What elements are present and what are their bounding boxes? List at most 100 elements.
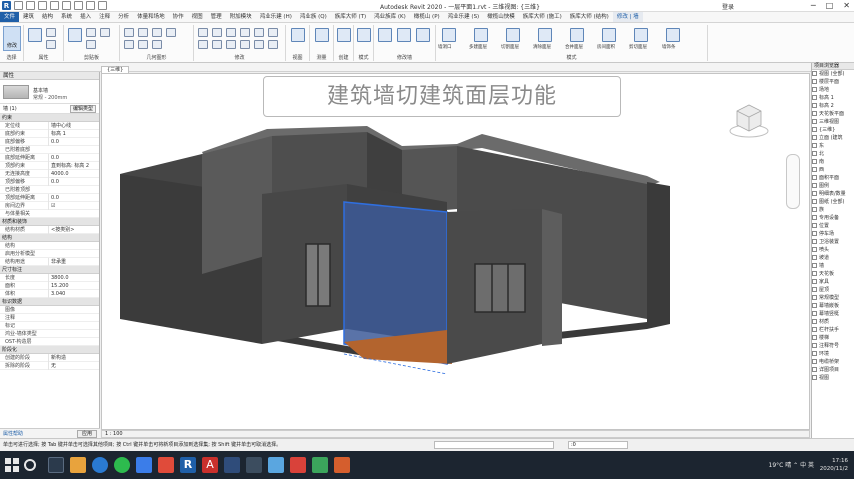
expand-toggle-icon[interactable]: [812, 335, 817, 340]
maximize-button[interactable]: □: [826, 1, 834, 10]
expand-toggle-icon[interactable]: [812, 135, 817, 140]
instance-filter[interactable]: 墙 (1) 编辑类型: [0, 104, 99, 114]
expand-toggle-icon[interactable]: [812, 287, 817, 292]
trim-icon[interactable]: [254, 28, 264, 37]
property-section[interactable]: 标识数据: [0, 298, 99, 306]
open-icon[interactable]: [14, 1, 23, 10]
family-type-icon[interactable]: [46, 40, 56, 49]
app-icon[interactable]: [312, 457, 328, 473]
expand-toggle-icon[interactable]: [812, 215, 817, 220]
property-row[interactable]: 拆除的阶段 无: [0, 362, 99, 370]
weather-widget[interactable]: 19°C 晴: [769, 462, 792, 469]
expand-toggle-icon[interactable]: [812, 175, 817, 180]
browser-item[interactable]: 位置: [812, 222, 854, 230]
paste-icon[interactable]: [68, 28, 82, 42]
wall-sweep-tool[interactable]: [666, 28, 680, 42]
move-icon[interactable]: [198, 40, 208, 49]
ribbon-tab[interactable]: 结构: [38, 12, 57, 22]
property-row[interactable]: 长度 3800.0: [0, 274, 99, 282]
split-icon[interactable]: [268, 28, 278, 37]
property-value[interactable]: 非承重: [48, 258, 98, 266]
3d-view-icon[interactable]: [98, 1, 107, 10]
ribbon-tab[interactable]: 文件: [0, 12, 20, 22]
property-section[interactable]: 阶段化: [0, 346, 99, 354]
browser-item[interactable]: 专用设备: [812, 214, 854, 222]
expand-toggle-icon[interactable]: [812, 255, 817, 260]
app-icon[interactable]: [268, 457, 284, 473]
expand-toggle-icon[interactable]: [812, 111, 817, 116]
property-row[interactable]: 定位线 墙中心线: [0, 122, 99, 130]
expand-toggle-icon[interactable]: [812, 119, 817, 124]
cut-geometry-icon[interactable]: [138, 28, 148, 37]
selection-filter[interactable]: :0: [568, 441, 628, 449]
clear-layer-tool[interactable]: [538, 28, 552, 42]
view-hide-icon[interactable]: [291, 28, 305, 42]
expand-toggle-icon[interactable]: [812, 127, 817, 132]
wall-joins-icon[interactable]: [166, 28, 176, 37]
expand-toggle-icon[interactable]: [812, 375, 817, 380]
expand-toggle-icon[interactable]: [812, 143, 817, 148]
view-cube[interactable]: [727, 99, 771, 139]
expand-toggle-icon[interactable]: [812, 271, 817, 276]
property-section[interactable]: 约束: [0, 114, 99, 122]
expand-toggle-icon[interactable]: [812, 159, 817, 164]
save-icon[interactable]: [26, 1, 35, 10]
expand-toggle-icon[interactable]: [812, 79, 817, 84]
ribbon-tab[interactable]: 鸿业乐建 (H): [256, 12, 296, 22]
browser-item[interactable]: 东: [812, 142, 854, 150]
browser-item[interactable]: 图纸 (全部): [812, 198, 854, 206]
measure-tool-icon[interactable]: [315, 28, 329, 42]
ribbon-tab[interactable]: 管理: [207, 12, 226, 22]
properties-icon[interactable]: [28, 28, 42, 42]
task-view-icon[interactable]: [48, 457, 64, 473]
property-row[interactable]: 与体量相关: [0, 210, 99, 218]
property-row[interactable]: 房间边界 ☑: [0, 202, 99, 210]
ribbon-tab[interactable]: 鸿业乐建 (S): [444, 12, 484, 22]
browser-item[interactable]: 屋顶: [812, 286, 854, 294]
autocad-taskbar-icon[interactable]: A: [202, 457, 218, 473]
expand-toggle-icon[interactable]: [812, 183, 817, 188]
property-row[interactable]: 顶部延伸距离 0.0: [0, 194, 99, 202]
sign-in-link[interactable]: 登录: [722, 2, 734, 11]
browser-item[interactable]: {三维}: [812, 126, 854, 134]
expand-toggle-icon[interactable]: [812, 223, 817, 228]
expand-toggle-icon[interactable]: [812, 151, 817, 156]
clock[interactable]: 17:16 2020/11/2: [820, 457, 848, 473]
edit-profile-tool[interactable]: [378, 28, 392, 42]
property-value[interactable]: 标高 1: [48, 130, 98, 138]
cut-layer-tool[interactable]: [506, 28, 520, 42]
expand-toggle-icon[interactable]: [812, 311, 817, 316]
expand-toggle-icon[interactable]: [812, 95, 817, 100]
browser-item[interactable]: 常规模型: [812, 294, 854, 302]
app-icon[interactable]: [158, 457, 174, 473]
cut-icon[interactable]: [86, 28, 96, 37]
property-value[interactable]: <按类别>: [48, 226, 98, 234]
navigation-bar[interactable]: [786, 154, 800, 209]
app-icon[interactable]: [136, 457, 152, 473]
expand-toggle-icon[interactable]: [812, 247, 817, 252]
join-icon[interactable]: [152, 28, 162, 37]
property-row[interactable]: 无连接高度 4000.0: [0, 170, 99, 178]
search-icon[interactable]: [24, 459, 36, 471]
redo-icon[interactable]: [50, 1, 59, 10]
mirror-icon[interactable]: [226, 28, 236, 37]
browser-item[interactable]: 楼梯: [812, 334, 854, 342]
property-row[interactable]: 顶部偏移 0.0: [0, 178, 99, 186]
browser-item[interactable]: 喷头: [812, 246, 854, 254]
browser-item[interactable]: 西: [812, 166, 854, 174]
wall-opening-tool[interactable]: [442, 28, 456, 42]
ribbon-tab[interactable]: 橄榄山 (P): [410, 12, 444, 22]
browser-item[interactable]: 族: [812, 206, 854, 214]
expand-toggle-icon[interactable]: [812, 167, 817, 172]
measure-icon[interactable]: [74, 1, 83, 10]
modify-button[interactable]: 修改: [3, 26, 21, 51]
system-tray[interactable]: 19°C 晴 ⌃ 中 英: [769, 460, 815, 469]
ribbon-tab[interactable]: 鸿业族 (Q): [296, 12, 331, 22]
expand-toggle-icon[interactable]: [812, 359, 817, 364]
rotate-icon[interactable]: [226, 40, 236, 49]
property-row[interactable]: 已附着顶部: [0, 186, 99, 194]
browser-item[interactable]: 电缆桥架: [812, 358, 854, 366]
property-row[interactable]: 启用分析模型: [0, 250, 99, 258]
windows-start-icon[interactable]: [4, 457, 20, 473]
cut-face-tool[interactable]: [634, 28, 648, 42]
